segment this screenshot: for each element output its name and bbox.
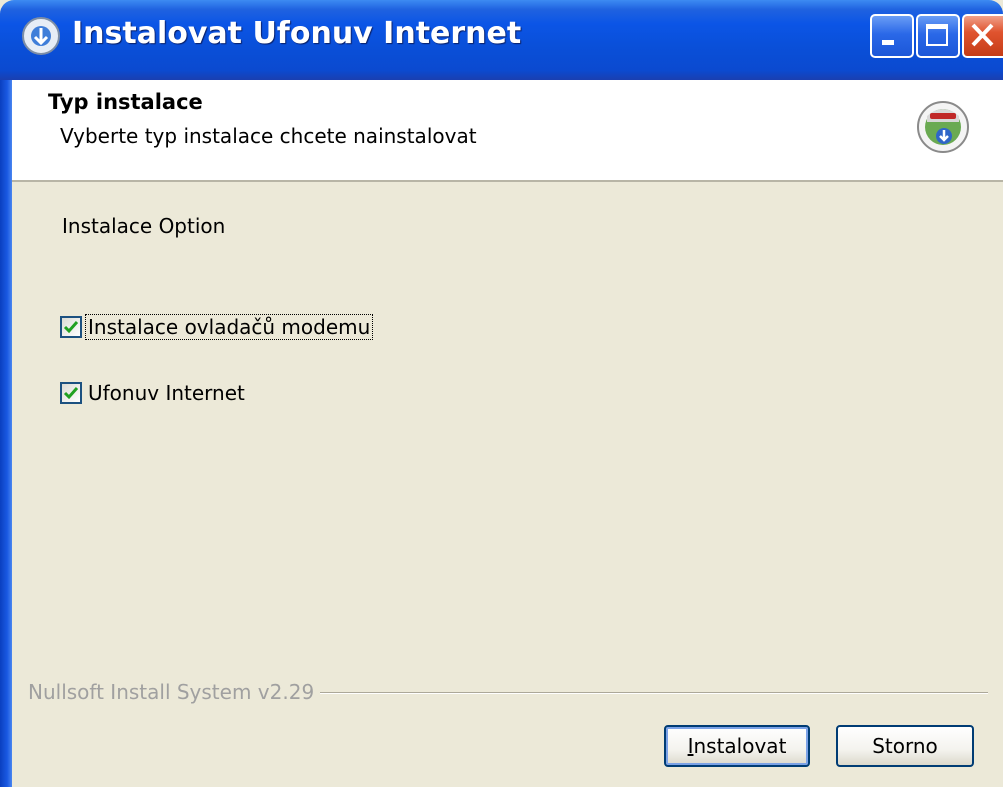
checkmark-icon	[63, 321, 79, 334]
window-frame-left	[0, 80, 12, 787]
window-title: Instalovat Ufonuv Internet	[72, 16, 522, 51]
minimize-button[interactable]	[870, 14, 914, 58]
ufonuv-internet-checkbox[interactable]	[60, 382, 82, 404]
header-subtitle: Vyberte typ instalace chcete nainstalova…	[60, 124, 477, 148]
close-button[interactable]	[962, 14, 1003, 58]
branding-text: Nullsoft Install System v2.29	[28, 680, 321, 704]
cancel-button[interactable]: Storno	[836, 725, 974, 767]
installer-header: Typ instalace Vyberte typ instalace chce…	[12, 80, 1003, 182]
branding-divider	[300, 692, 988, 694]
checkbox-row-ufonuv-internet[interactable]: Ufonuv Internet	[60, 381, 247, 405]
install-button[interactable]: Instalovat	[664, 725, 810, 767]
modem-drivers-label[interactable]: Instalace ovladačů modemu	[84, 314, 374, 340]
cancel-button-label: Storno	[872, 734, 938, 758]
close-icon	[971, 23, 994, 47]
minimize-icon	[882, 40, 894, 45]
ufonuv-internet-label[interactable]: Ufonuv Internet	[86, 381, 247, 405]
title-bar[interactable]: Instalovat Ufonuv Internet	[0, 0, 1003, 80]
checkbox-row-modem-drivers[interactable]: Instalace ovladačů modemu	[60, 314, 374, 340]
checkmark-icon	[63, 387, 79, 400]
maximize-icon	[926, 24, 948, 46]
header-title: Typ instalace	[48, 90, 203, 114]
maximize-button[interactable]	[916, 14, 960, 58]
modem-drivers-checkbox[interactable]	[60, 316, 82, 338]
install-button-label: nstalovat	[693, 734, 787, 758]
installer-icon	[22, 17, 60, 55]
install-option-label: Instalace Option	[62, 214, 226, 238]
installer-window: Instalovat Ufonuv Internet Typ instalace…	[0, 0, 1003, 787]
nsis-install-icon	[917, 101, 969, 153]
